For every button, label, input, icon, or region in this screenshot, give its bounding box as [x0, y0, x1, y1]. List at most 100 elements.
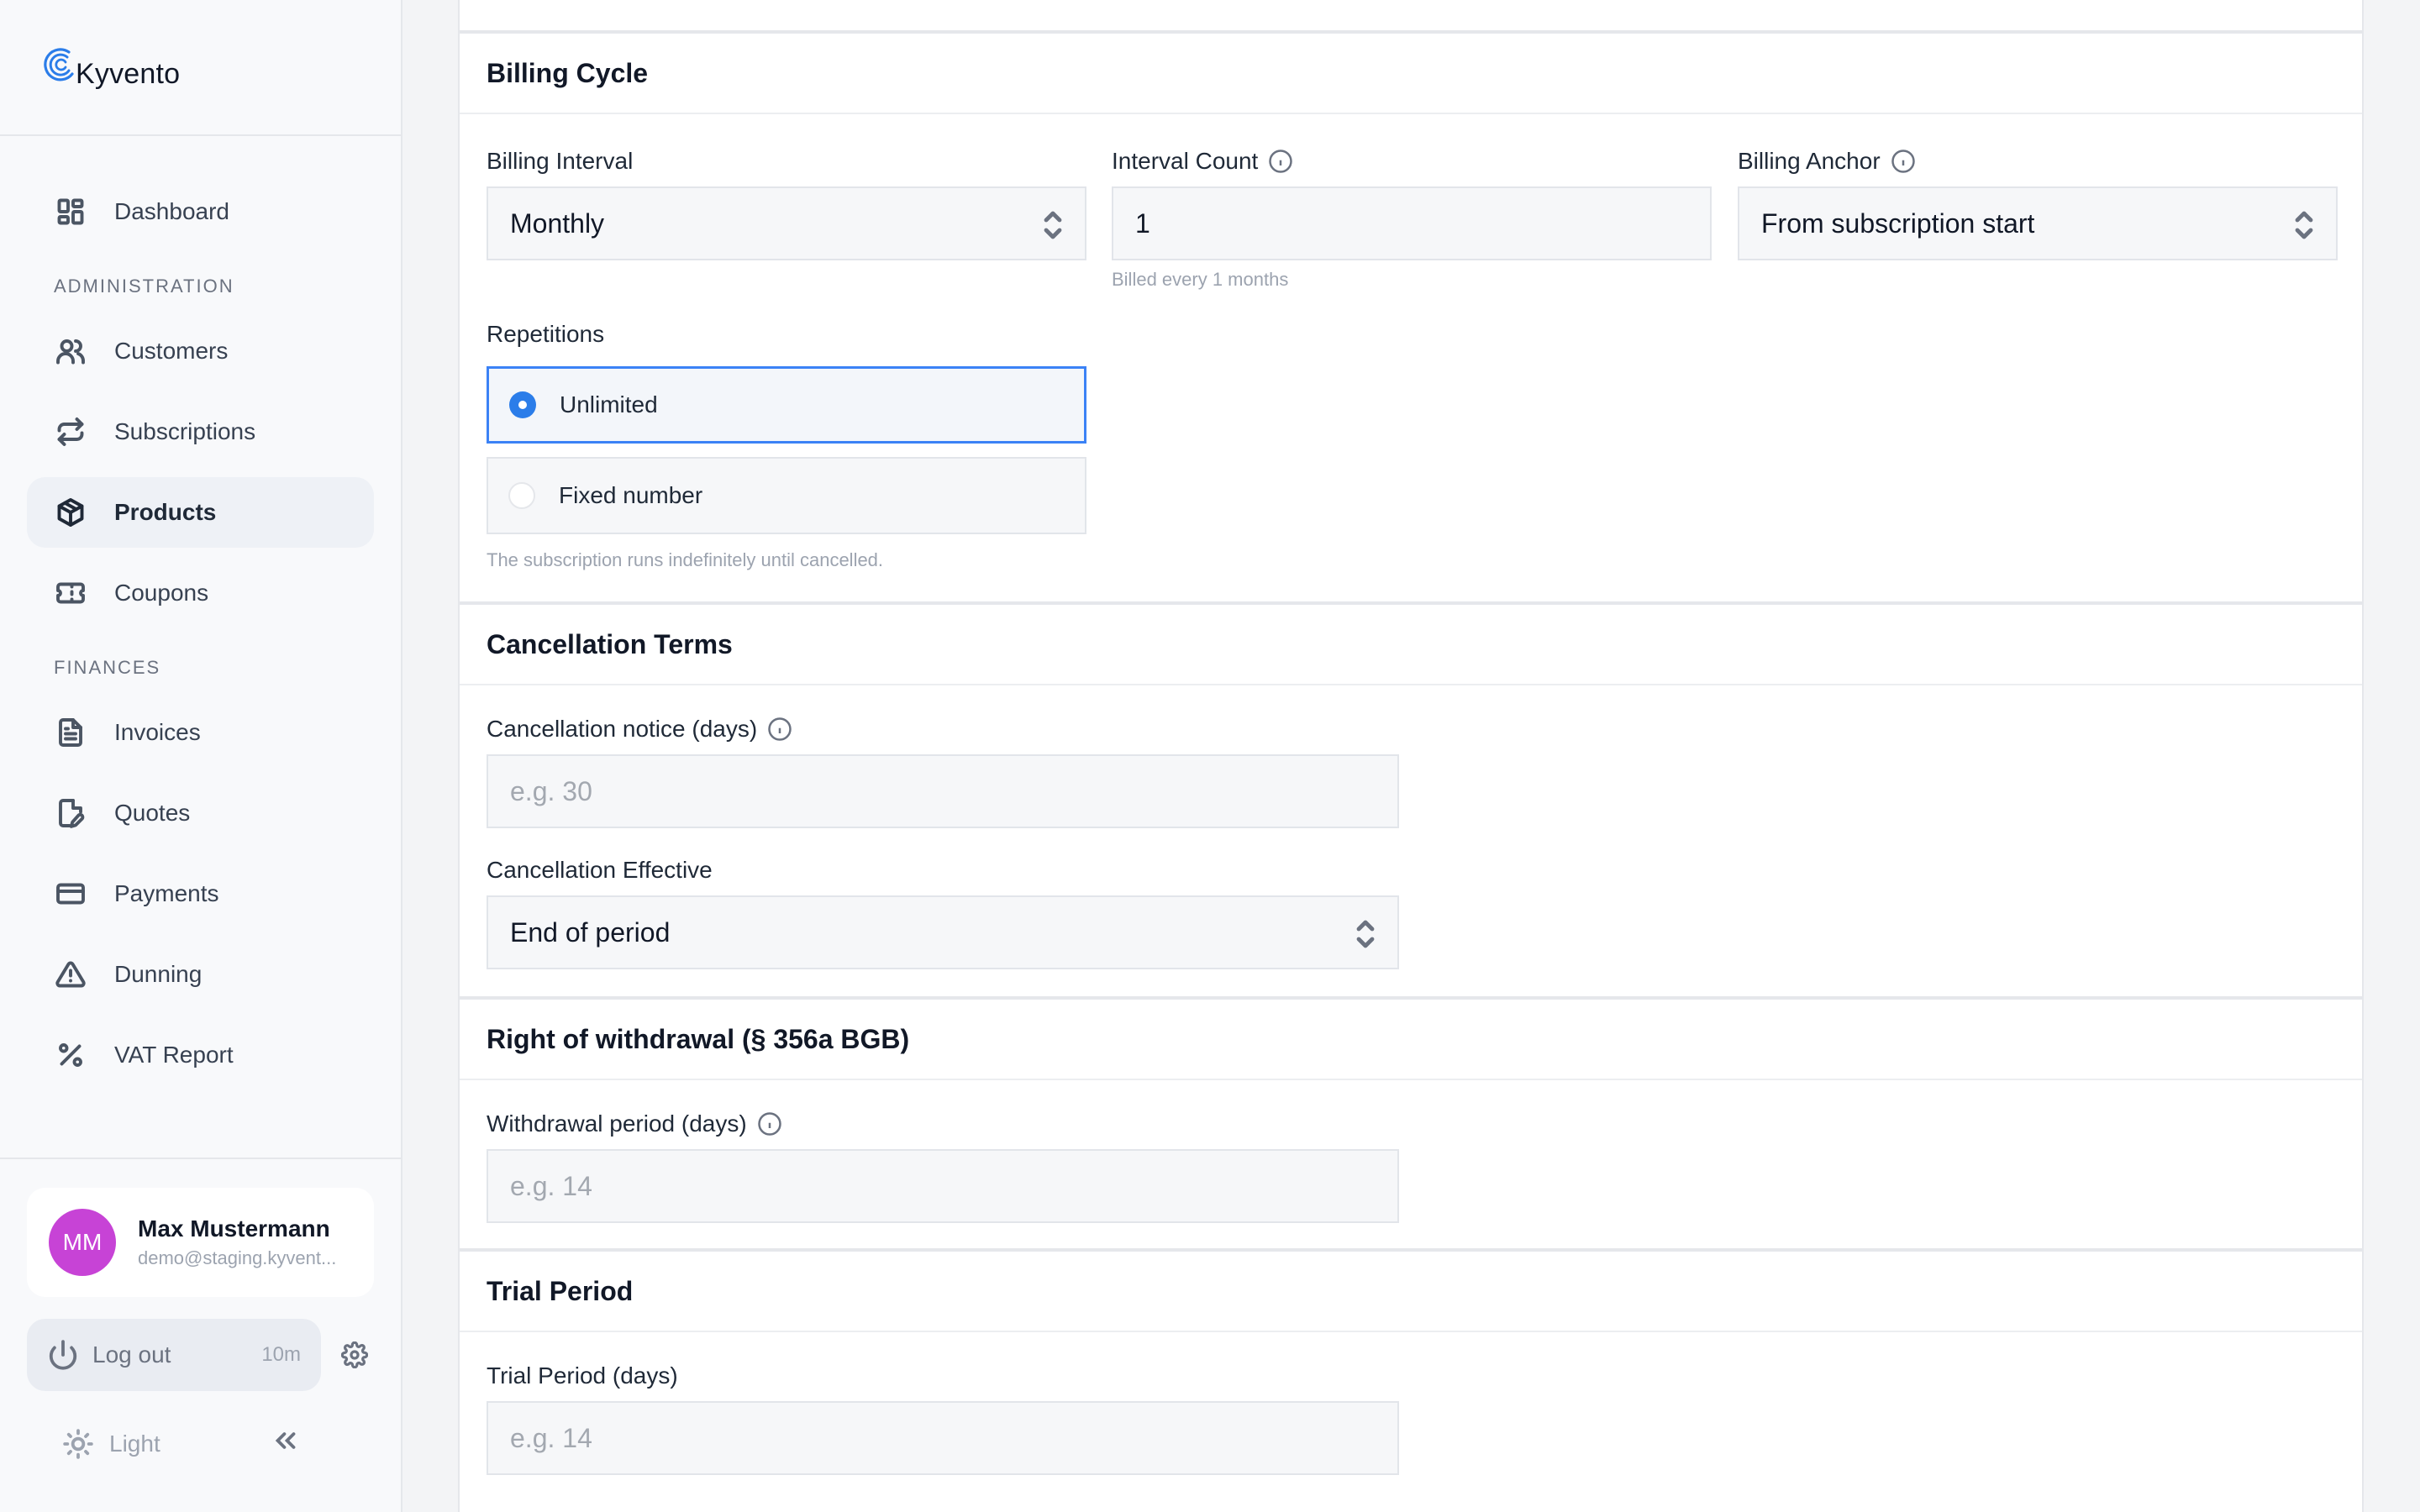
sidebar-item-label: Invoices	[114, 719, 201, 745]
cancellation-notice-label-text: Cancellation notice (days)	[487, 716, 758, 742]
interval-count-label: Interval Count	[1112, 148, 1712, 175]
trial-period-placeholder: e.g. 14	[510, 1422, 592, 1453]
billing-anchor-select[interactable]: From subscription start	[1738, 186, 2338, 260]
sidebar-item-label: Products	[114, 499, 217, 525]
sidebar-footer: MM Max Mustermann demo@staging.kyvent...…	[0, 1158, 401, 1462]
withdrawal-period-input[interactable]: e.g. 14	[487, 1149, 1399, 1223]
sidebar-item-products[interactable]: Products	[27, 477, 374, 548]
nav-section-finances: FINANCES	[54, 657, 161, 678]
sidebar-item-label: Dashboard	[114, 198, 229, 224]
sidebar-item-vat-report[interactable]: VAT Report	[27, 1020, 374, 1090]
collapse-sidebar-button[interactable]	[270, 1425, 317, 1462]
gear-icon	[341, 1341, 368, 1368]
billing-anchor-value: From subscription start	[1761, 207, 2035, 239]
panel-top-spacer	[460, 0, 2362, 30]
nav-section-administration: ADMINISTRATION	[54, 276, 234, 297]
sidebar-item-label: Customers	[114, 338, 229, 364]
billing-interval-select[interactable]: Monthly	[487, 186, 1086, 260]
sidebar-item-label: VAT Report	[114, 1042, 234, 1068]
section-title: Cancellation Terms	[460, 605, 2362, 685]
sidebar-item-dunning[interactable]: Dunning	[27, 939, 374, 1010]
withdrawal-period-label-text: Withdrawal period (days)	[487, 1110, 747, 1137]
theme-row: Light	[62, 1425, 401, 1462]
user-name: Max Mustermann	[138, 1215, 330, 1242]
sidebar-item-coupons[interactable]: Coupons	[27, 558, 374, 628]
radio-selected-icon	[509, 391, 536, 418]
repetitions-option-fixed[interactable]: Fixed number	[487, 457, 1086, 534]
theme-toggle[interactable]: Light	[62, 1428, 160, 1460]
settings-button[interactable]	[338, 1338, 371, 1372]
info-icon[interactable]	[767, 717, 792, 742]
billing-anchor-label-text: Billing Anchor	[1738, 148, 1881, 174]
trial-period-input[interactable]: e.g. 14	[487, 1401, 1399, 1475]
section-cancellation-terms: Cancellation Terms Cancellation notice (…	[460, 601, 2362, 996]
sidebar-item-label: Dunning	[114, 961, 203, 987]
sidebar-item-label: Payments	[114, 880, 219, 906]
sidebar-item-customers[interactable]: Customers	[27, 316, 374, 386]
billing-interval-value: Monthly	[510, 207, 605, 239]
logout-label: Log out	[92, 1341, 171, 1368]
session-timer: 10m	[261, 1343, 301, 1366]
section-title: Right of withdrawal (§ 356a BGB)	[460, 1000, 2362, 1080]
cancellation-effective-value: End of period	[510, 916, 671, 948]
sidebar-item-dashboard[interactable]: Dashboard	[27, 176, 374, 247]
interval-count-label-text: Interval Count	[1112, 148, 1259, 174]
sidebar-item-payments[interactable]: Payments	[27, 858, 374, 929]
interval-count-value: 1	[1135, 207, 1150, 239]
interval-count-input[interactable]: 1	[1112, 186, 1712, 260]
info-icon[interactable]	[1268, 149, 1293, 174]
file-edit-icon	[54, 796, 87, 830]
chevron-up-down-icon	[1043, 210, 1063, 240]
repeat-icon	[54, 415, 87, 449]
info-icon[interactable]	[1891, 149, 1916, 174]
power-icon	[49, 1340, 77, 1370]
sidebar-nav: Dashboard ADMINISTRATION Customers Subsc…	[0, 136, 401, 1090]
repetitions-help: The subscription runs indefinitely until…	[487, 549, 884, 570]
chevron-up-down-icon	[2294, 210, 2314, 240]
trial-period-label: Trial Period (days)	[487, 1362, 678, 1389]
section-title: Trial Period	[460, 1252, 2362, 1332]
chevron-up-down-icon	[1355, 919, 1376, 949]
sidebar-item-invoices[interactable]: Invoices	[27, 697, 374, 768]
theme-label: Light	[109, 1430, 160, 1457]
sidebar-item-label: Subscriptions	[114, 418, 256, 444]
alert-triangle-icon	[54, 958, 87, 991]
section-trial-period: Trial Period Trial Period (days) e.g. 14	[460, 1248, 2362, 1512]
section-billing-cycle: Billing Cycle Billing Interval Monthly I…	[460, 30, 2362, 601]
logo[interactable]: Kyvento	[0, 0, 401, 136]
repetitions-label: Repetitions	[487, 321, 605, 347]
user-card[interactable]: MM Max Mustermann demo@staging.kyvent...	[27, 1188, 374, 1297]
credit-card-icon	[54, 877, 87, 911]
repetitions-option-unlimited[interactable]: Unlimited	[487, 366, 1086, 444]
section-right-of-withdrawal: Right of withdrawal (§ 356a BGB) Withdra…	[460, 996, 2362, 1248]
file-text-icon	[54, 716, 87, 749]
billing-anchor-label: Billing Anchor	[1738, 148, 2338, 175]
avatar: MM	[49, 1209, 116, 1276]
info-icon[interactable]	[757, 1111, 782, 1137]
sidebar-item-label: Coupons	[114, 580, 209, 606]
cancellation-effective-label: Cancellation Effective	[487, 857, 713, 883]
sidebar: Kyvento Dashboard ADMINISTRATION Custome…	[0, 0, 402, 1512]
billing-interval-label: Billing Interval	[487, 148, 634, 174]
cancellation-notice-input[interactable]: e.g. 30	[487, 754, 1399, 828]
section-title: Billing Cycle	[460, 34, 2362, 114]
cancellation-effective-select[interactable]: End of period	[487, 895, 1399, 969]
users-icon	[54, 334, 87, 368]
package-icon	[54, 496, 87, 529]
radio-label: Fixed number	[559, 482, 703, 508]
interval-count-help: Billed every 1 months	[1112, 269, 1289, 290]
product-form-panel: Billing Cycle Billing Interval Monthly I…	[458, 0, 2364, 1512]
dashboard-icon	[54, 195, 87, 228]
chevrons-left-icon	[275, 1432, 296, 1449]
sidebar-item-subscriptions[interactable]: Subscriptions	[27, 396, 374, 467]
user-email: demo@staging.kyvent...	[138, 1247, 337, 1268]
brand-name: Kyvento	[76, 58, 181, 90]
radio-unselected-icon	[508, 482, 535, 509]
radio-label: Unlimited	[560, 391, 658, 417]
sidebar-item-quotes[interactable]: Quotes	[27, 778, 374, 848]
ticket-icon	[54, 576, 87, 610]
logout-button[interactable]: Log out 10m	[27, 1319, 321, 1391]
sidebar-item-label: Quotes	[114, 800, 191, 826]
main-content: Billing Cycle Billing Interval Monthly I…	[402, 0, 2420, 1512]
cancellation-notice-placeholder: e.g. 30	[510, 775, 592, 806]
